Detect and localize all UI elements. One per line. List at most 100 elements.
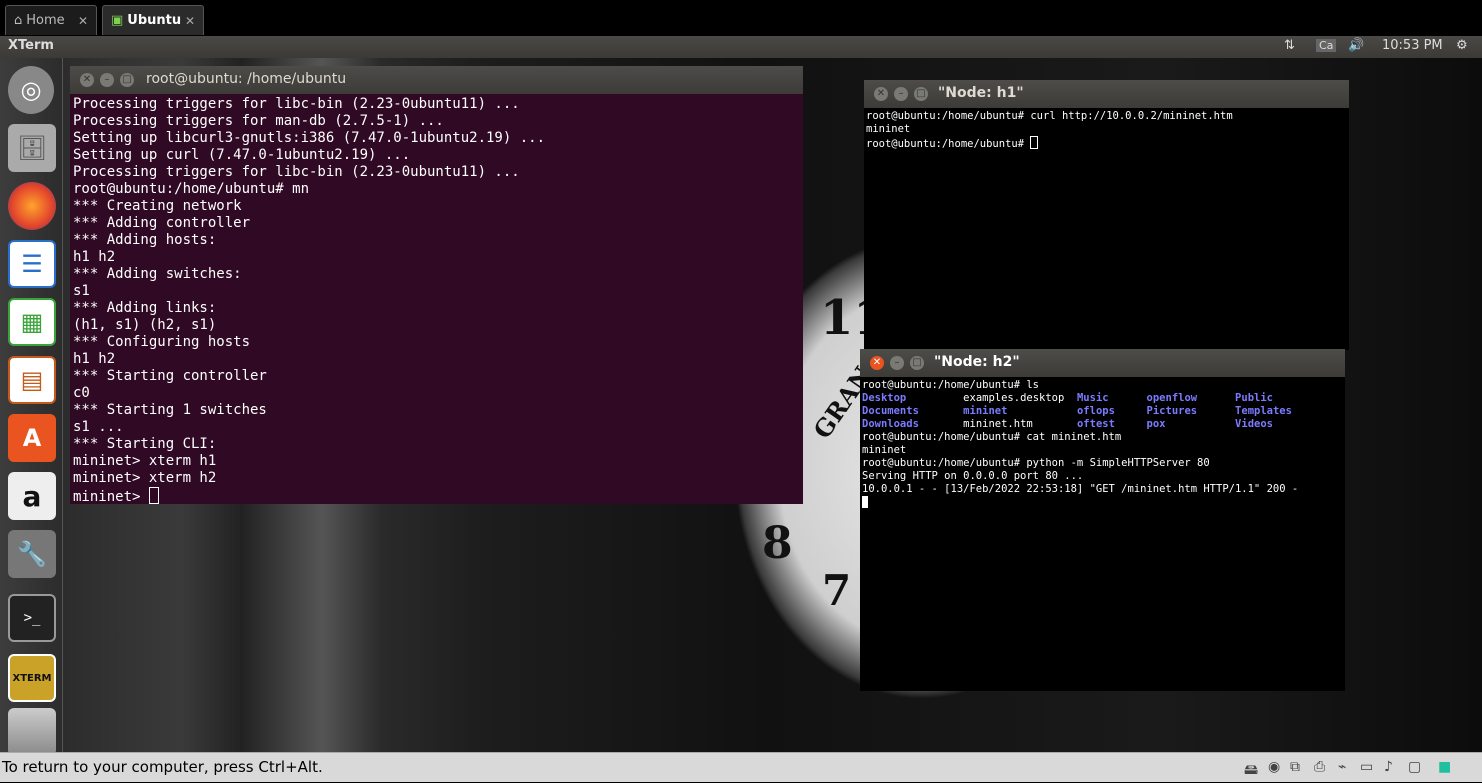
software-center-icon[interactable]: A [8, 414, 56, 462]
xterm-icon[interactable]: XTERM [8, 654, 56, 702]
ls-directory: oftest [1076, 418, 1115, 430]
ls-directory: oflops [1076, 405, 1115, 417]
terminal-line: Processing triggers for libc-bin (2.23-0… [73, 96, 520, 112]
terminal-line: root@ubuntu:/home/ubuntu# python -m Simp… [862, 457, 1210, 469]
close-icon[interactable]: ✕ [80, 73, 94, 87]
libreoffice-writer-icon[interactable]: ☰ [8, 240, 56, 288]
libreoffice-impress-icon[interactable]: ▤ [8, 356, 56, 404]
xterm-h1-titlebar[interactable]: ✕ – □ "Node: h1" [864, 80, 1349, 108]
terminal-line: Setting up libcurl3-gnutls:i386 (7.47.0-… [73, 130, 546, 146]
ls-directory: Documents [862, 405, 919, 417]
ls-directory: Templates [1235, 405, 1292, 417]
terminal-line: *** Adding switches: [73, 266, 242, 282]
maximize-icon[interactable]: □ [120, 73, 134, 87]
terminal-icon[interactable]: >_ [8, 594, 56, 642]
terminal-line: h1 h2 [73, 351, 116, 367]
clock-numeral: 8 [762, 518, 793, 569]
text-cursor [1030, 136, 1039, 149]
ls-directory: Desktop [862, 392, 907, 404]
files-icon[interactable]: 🗄 [8, 124, 56, 172]
terminal-titlebar[interactable]: ✕ – □ root@ubuntu: /home/ubuntu [70, 66, 803, 94]
libreoffice-calc-icon[interactable]: ▦ [8, 298, 56, 346]
sound-icon[interactable]: ♪ [1384, 759, 1393, 775]
tab-ubuntu[interactable]: ▣ Ubuntu ✕ [102, 5, 204, 35]
vm-status-bar: To return to your computer, press Ctrl+A… [0, 752, 1482, 782]
tab-ubuntu-label: Ubuntu [127, 13, 182, 28]
vm-tab-bar: ⌂ Home ✕ ▣ Ubuntu ✕ [0, 0, 1482, 36]
terminal-line: h1 h2 [73, 249, 116, 265]
trash-icon[interactable] [8, 708, 56, 756]
ls-row: Documents mininet oflops Pictures Templa… [862, 405, 1292, 417]
ubuntu-dash-icon[interactable]: ◎ [8, 66, 54, 114]
close-icon[interactable]: ✕ [874, 87, 888, 101]
terminal-line: Processing triggers for libc-bin (2.23-0… [73, 164, 520, 180]
xterm-h2-output[interactable]: root@ubuntu:/home/ubuntu# ls Desktop exa… [860, 377, 1345, 691]
xterm-h2-titlebar[interactable]: ✕ – □ "Node: h2" [860, 349, 1345, 377]
window-title: "Node: h1" [938, 85, 1024, 101]
system-settings-icon[interactable]: 🔧 [8, 530, 56, 578]
terminal-output[interactable]: Processing triggers for libc-bin (2.23-0… [70, 94, 803, 504]
firefox-icon[interactable] [8, 182, 56, 230]
window-title: root@ubuntu: /home/ubuntu [146, 71, 347, 87]
active-app-title: XTerm [8, 38, 54, 53]
terminal-line: *** Adding controller [73, 215, 251, 231]
terminal-line: (h1, s1) (h2, s1) [73, 317, 217, 333]
terminal-line: 10.0.0.1 - - [13/Feb/2022 22:53:18] "GET… [862, 483, 1299, 495]
ls-directory: Music [1076, 392, 1109, 404]
home-icon: ⌂ [14, 13, 23, 28]
ls-file: examples.desktop [963, 392, 1065, 404]
ls-directory: Videos [1235, 418, 1273, 430]
terminal-line: root@ubuntu:/home/ubuntu# cat mininet.ht… [862, 431, 1122, 443]
network-icon[interactable]: ⇅ [1284, 38, 1295, 53]
terminal-line: mininet [862, 444, 907, 456]
terminal-line: *** Adding links: [73, 300, 217, 316]
close-tab-icon[interactable]: ✕ [185, 14, 195, 28]
launcher: ◎ 🗄 ☰ ▦ ▤ A a 🔧 >_ XTERM [0, 58, 63, 756]
terminal-line: root@ubuntu:/home/ubuntu# ls [862, 379, 1040, 391]
terminal-line: root@ubuntu:/home/ubuntu# curl http://10… [866, 110, 1233, 122]
usb-icon[interactable]: ⌁ [1338, 759, 1346, 775]
terminal-line: mininet> xterm h1 [73, 453, 217, 469]
terminal-line: *** Configuring hosts [73, 334, 251, 350]
maximize-icon[interactable]: □ [914, 87, 928, 101]
terminal-line: Serving HTTP on 0.0.0.0 port 80 ... [862, 470, 1084, 482]
network-adapter-icon[interactable]: ⧉ [1290, 759, 1300, 775]
terminal-line: root@ubuntu:/home/ubuntu# mn [73, 181, 310, 197]
text-cursor [148, 487, 159, 504]
xterm-node-h1-window[interactable]: ✕ – □ "Node: h1" root@ubuntu:/home/ubunt… [864, 80, 1349, 350]
terminal-window[interactable]: ✕ – □ root@ubuntu: /home/ubuntu Processi… [70, 66, 803, 504]
minimize-icon[interactable]: – [890, 356, 904, 370]
maximize-icon[interactable]: □ [910, 356, 924, 370]
ls-directory: pox [1146, 418, 1166, 430]
keyboard-layout-indicator[interactable]: Ca [1316, 39, 1337, 52]
xterm-node-h2-window[interactable]: ✕ – □ "Node: h2" root@ubuntu:/home/ubunt… [860, 349, 1345, 691]
printer-icon[interactable]: ⎙ [1314, 759, 1325, 775]
gear-icon[interactable]: ⚙ [1456, 38, 1468, 53]
terminal-line: *** Starting controller [73, 368, 267, 384]
clock[interactable]: 10:53 PM [1382, 38, 1443, 53]
ls-directory: Pictures [1146, 405, 1198, 417]
volume-icon[interactable]: 🔊 [1348, 38, 1364, 53]
display-icon[interactable]: ▢ [1408, 759, 1421, 775]
floppy-icon[interactable]: ▭ [1360, 759, 1373, 775]
terminal-line: s1 [73, 283, 90, 299]
terminal-line: Setting up curl (7.47.0-1ubuntu2.19) ... [73, 147, 411, 163]
close-icon[interactable]: ✕ [870, 356, 884, 370]
tab-home[interactable]: ⌂ Home ✕ [5, 5, 97, 35]
hard-disk-icon[interactable]: 🖴 [1244, 759, 1258, 783]
terminal-line: s1 ... [73, 419, 124, 435]
terminal-line: mininet> xterm h2 [73, 470, 217, 486]
terminal-line: *** Adding hosts: [73, 232, 217, 248]
minimize-icon[interactable]: – [894, 87, 908, 101]
xterm-h1-output[interactable]: root@ubuntu:/home/ubuntu# curl http://10… [864, 108, 1349, 350]
terminal-line: *** Starting CLI: [73, 436, 217, 452]
terminal-prompt: root@ubuntu:/home/ubuntu# [866, 138, 1031, 150]
amazon-icon[interactable]: a [8, 472, 56, 520]
close-tab-icon[interactable]: ✕ [78, 14, 88, 28]
ls-directory: openflow [1146, 392, 1198, 404]
minimize-icon[interactable]: – [100, 73, 114, 87]
ls-row: Desktop examples.desktop Music openflow … [862, 392, 1273, 404]
terminal-prompt: mininet> [73, 489, 149, 504]
cd-icon[interactable]: ◉ [1268, 759, 1280, 775]
message-icon[interactable]: ■ [1438, 759, 1451, 775]
